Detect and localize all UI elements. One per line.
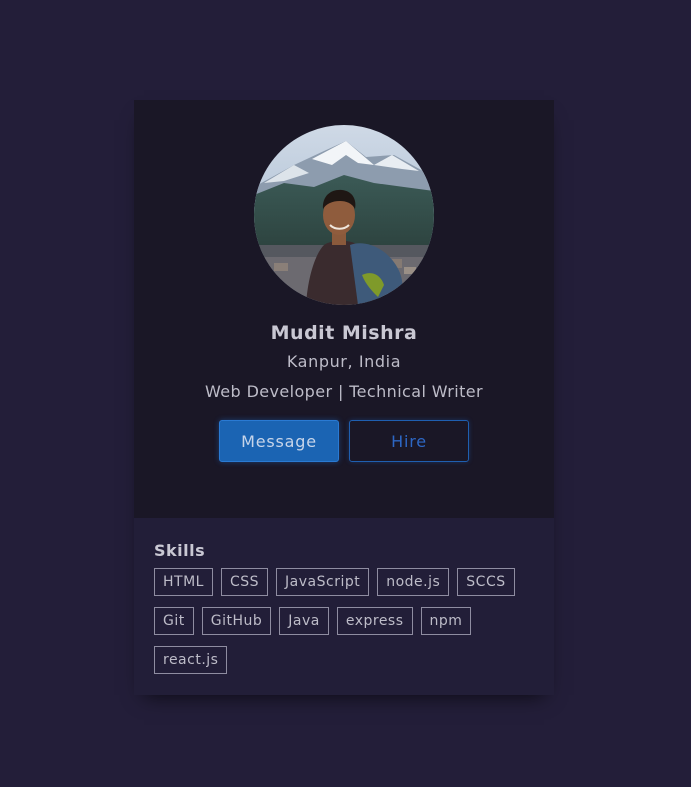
profile-card: Mudit Mishra Kanpur, India Web Developer…: [134, 100, 554, 695]
skill-tag: node.js: [377, 568, 450, 596]
profile-location: Kanpur, India: [286, 352, 402, 371]
skills-tag-list: HTML CSS JavaScript node.js SCCS Git Git…: [154, 568, 539, 674]
hire-button[interactable]: Hire: [349, 420, 469, 462]
skill-tag: GitHub: [201, 607, 272, 635]
skill-tag: react.js: [154, 646, 228, 674]
avatar: [254, 125, 434, 305]
skill-tag: Git: [154, 607, 194, 635]
skill-tag: HTML: [154, 568, 213, 596]
profile-role: Web Developer | Technical Writer: [205, 382, 483, 401]
skill-tag: JavaScript: [276, 568, 370, 596]
skill-tag: express: [336, 607, 413, 635]
skill-tag: Java: [279, 607, 329, 635]
message-button[interactable]: Message: [219, 420, 339, 462]
avatar-photo: [254, 125, 434, 305]
skills-heading: Skills: [154, 541, 206, 560]
skill-tag: CSS: [220, 568, 269, 596]
profile-name: Mudit Mishra: [270, 322, 418, 344]
skill-tag: npm: [420, 607, 472, 635]
skill-tag: SCCS: [457, 568, 515, 596]
skills-section: Skills HTML CSS JavaScript node.js SCCS …: [134, 518, 554, 695]
